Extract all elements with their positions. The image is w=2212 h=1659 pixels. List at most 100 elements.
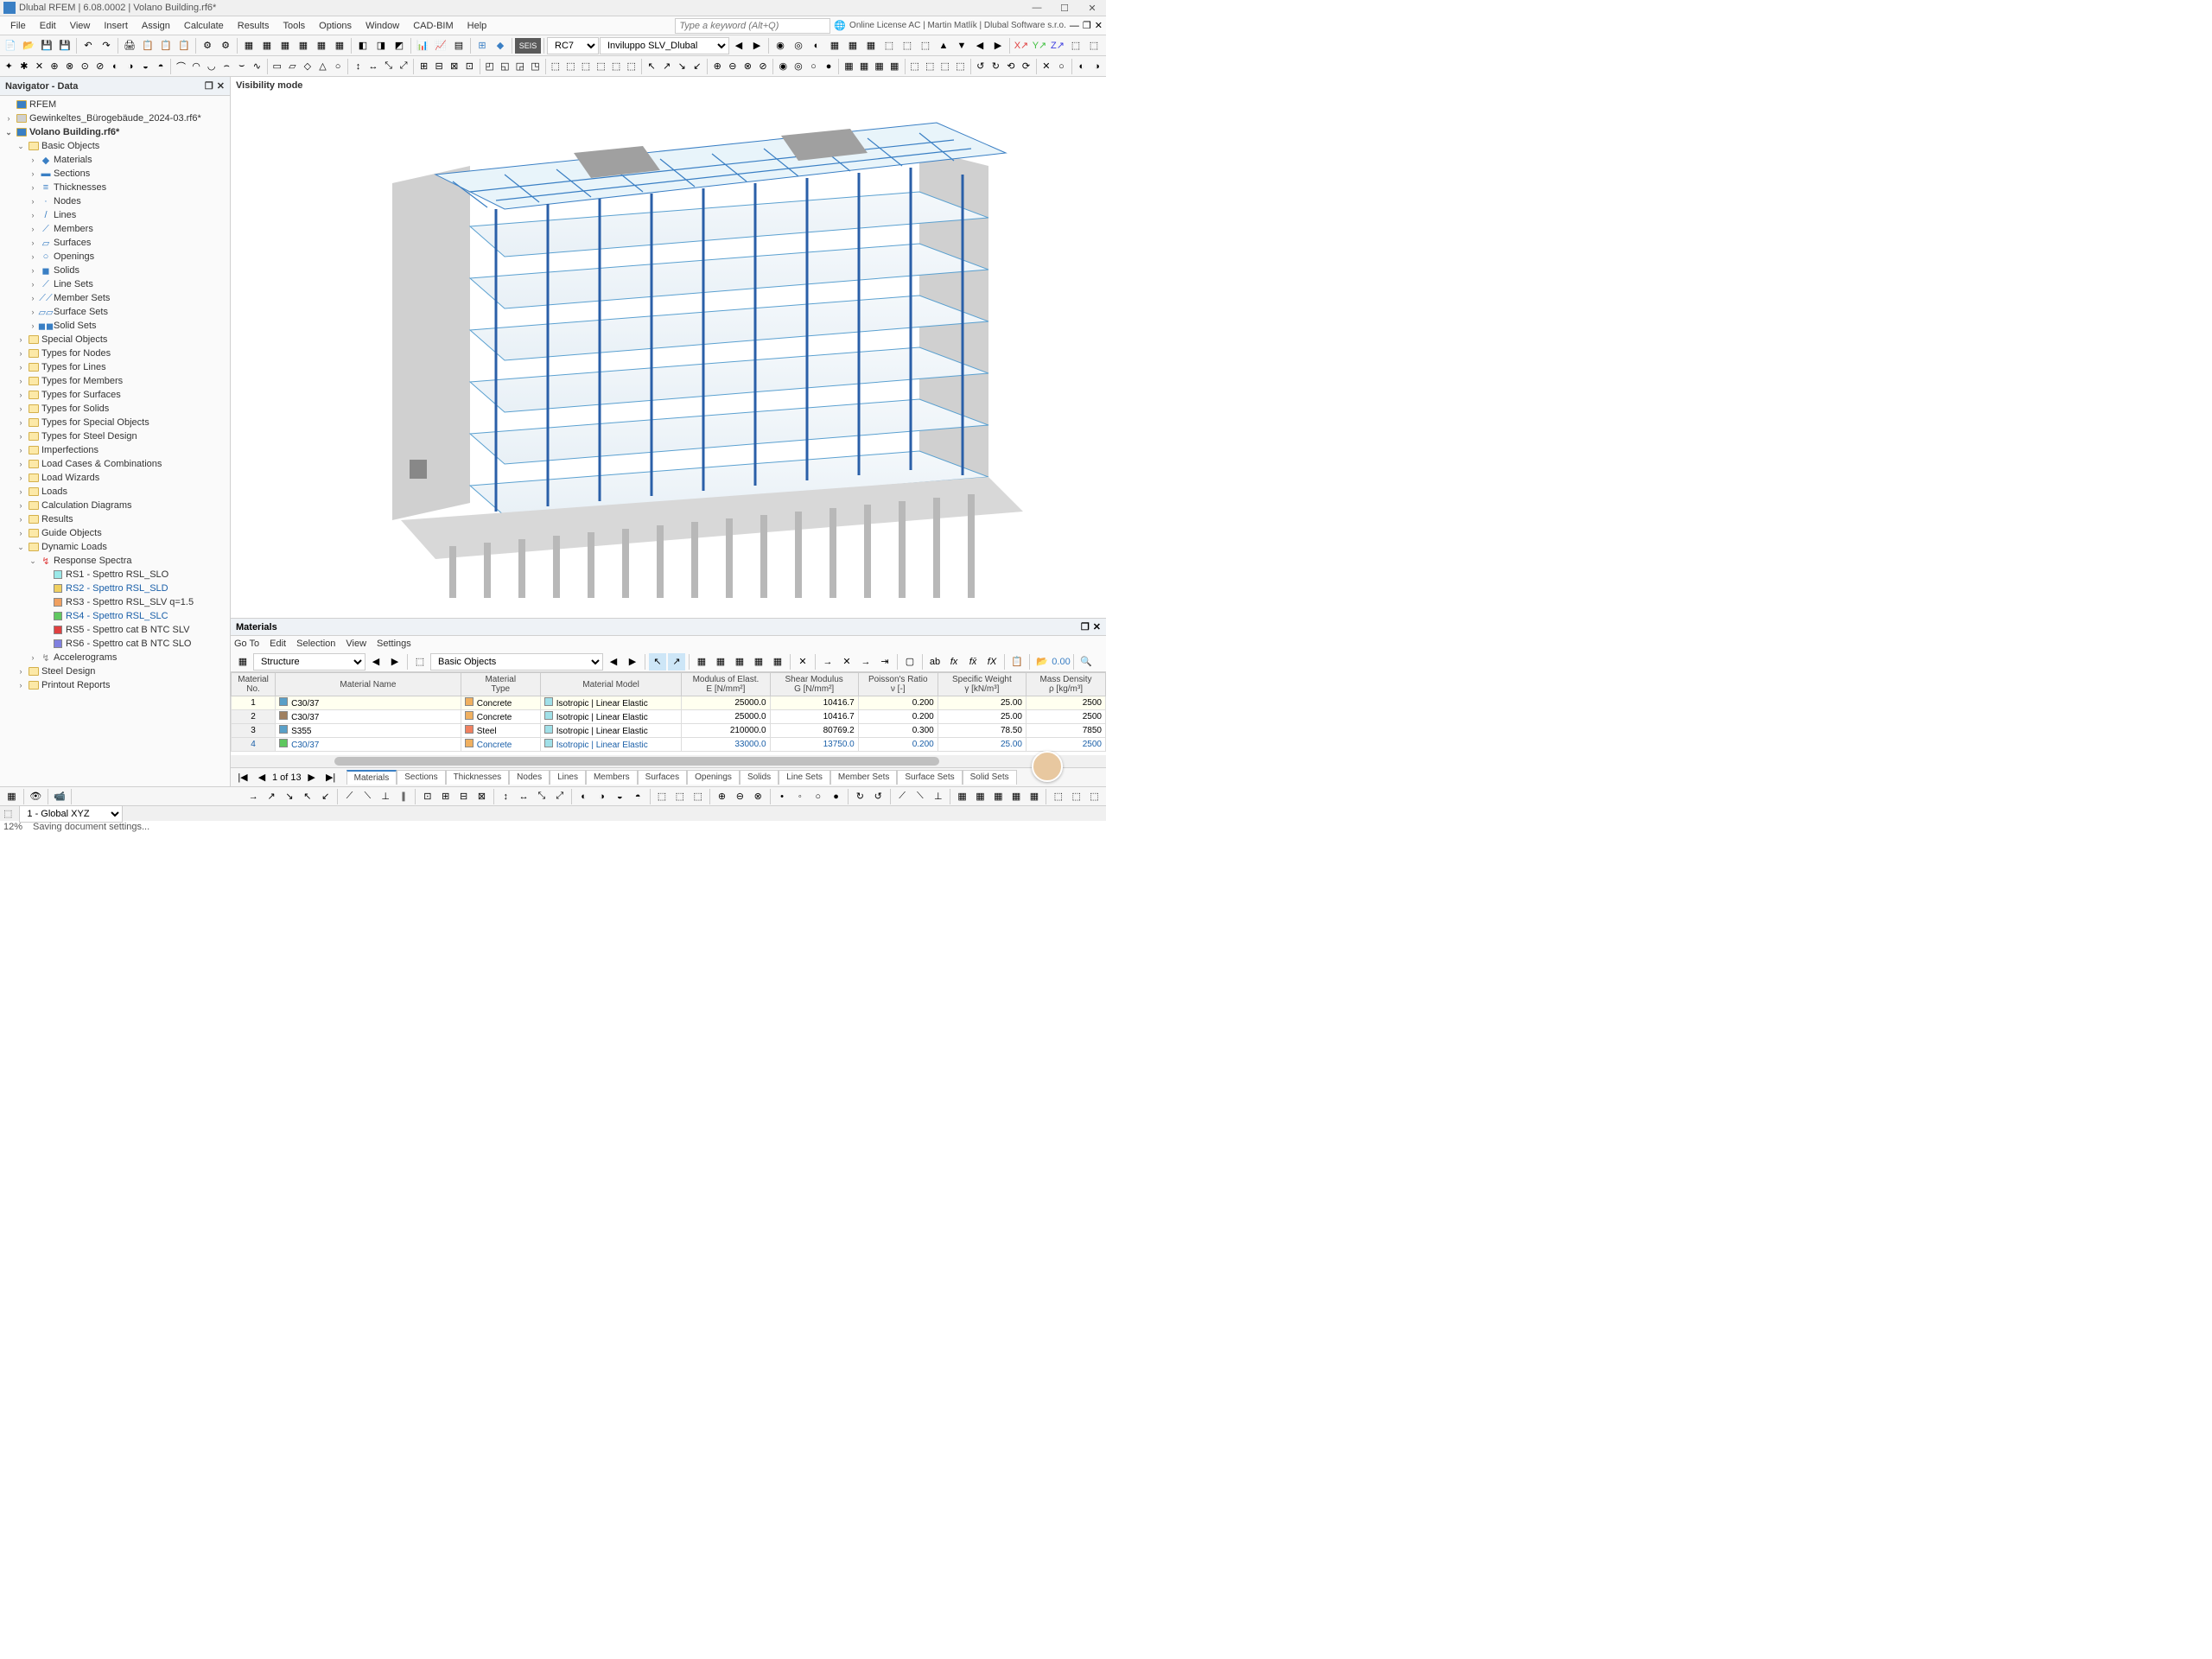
tb2-btn-12[interactable]: ⌒ bbox=[174, 58, 188, 75]
structure-combo[interactable]: Structure bbox=[253, 653, 365, 671]
nav-next-button[interactable]: ▶ bbox=[748, 37, 766, 54]
tb2-btn-75[interactable]: ⟳ bbox=[1019, 58, 1033, 75]
tb2-btn-47[interactable]: ↖ bbox=[645, 58, 659, 75]
view-iso-button[interactable]: ⬚ bbox=[1085, 37, 1103, 54]
v12-button[interactable]: ◀ bbox=[971, 37, 988, 54]
tb2-btn-67[interactable]: ⬚ bbox=[907, 58, 922, 75]
menu-view[interactable]: View bbox=[63, 19, 98, 33]
close-panel-icon[interactable]: ✕ bbox=[217, 80, 225, 92]
btb-btn-36[interactable]: ↔ bbox=[516, 788, 532, 805]
tb2-btn-8[interactable]: ◑ bbox=[124, 58, 138, 75]
btb-btn-72[interactable]: ⬚ bbox=[1068, 788, 1084, 805]
v3-button[interactable]: ◐ bbox=[808, 37, 825, 54]
tree-openings[interactable]: ›○Openings bbox=[0, 250, 230, 264]
structure-icon[interactable]: ▦ bbox=[234, 653, 251, 671]
btb-btn-56[interactable]: ● bbox=[828, 788, 844, 805]
btb-btn-33[interactable]: ⊠ bbox=[474, 788, 490, 805]
rc-combo[interactable]: RC7 bbox=[547, 37, 599, 54]
tb2-btn-33[interactable]: ⊡ bbox=[462, 58, 477, 75]
mat-menu-settings[interactable]: Settings bbox=[377, 639, 411, 649]
tree-solids[interactable]: ›◼Solids bbox=[0, 264, 230, 277]
tree-rs4[interactable]: RS4 - Spettro RSL_SLC bbox=[0, 609, 230, 623]
tree-thicknesses[interactable]: ›≡Thicknesses bbox=[0, 181, 230, 194]
fx2-button[interactable]: fx̄ bbox=[964, 653, 982, 671]
close-icon[interactable]: ✕ bbox=[1093, 621, 1101, 632]
tab-solids[interactable]: Solids bbox=[740, 770, 779, 785]
tree-materials[interactable]: ›◆Materials bbox=[0, 153, 230, 167]
tree-lines[interactable]: ›/Lines bbox=[0, 208, 230, 222]
tb2-btn-70[interactable]: ⬚ bbox=[953, 58, 968, 75]
tb2-btn-48[interactable]: ↗ bbox=[659, 58, 674, 75]
mat-menu-selection[interactable]: Selection bbox=[296, 639, 335, 649]
tb2-btn-52[interactable]: ⊕ bbox=[710, 58, 725, 75]
rc-value-combo[interactable]: Inviluppo SLV_Dlubal bbox=[600, 37, 729, 54]
tb2-btn-27[interactable]: ⤡ bbox=[381, 58, 396, 75]
prev-tab-button[interactable]: ◀ bbox=[253, 769, 270, 786]
mat-menu-go-to[interactable]: Go To bbox=[234, 639, 259, 649]
coord-combo[interactable]: 1 - Global XYZ bbox=[19, 805, 123, 823]
btb-btn-42[interactable]: ◒ bbox=[612, 788, 628, 805]
btb-btn-27[interactable]: ⊥ bbox=[378, 788, 394, 805]
tree-members[interactable]: ›⟋Members bbox=[0, 222, 230, 236]
tree-solid-sets[interactable]: ›◼◼Solid Sets bbox=[0, 319, 230, 333]
save-button[interactable]: 💾 bbox=[38, 37, 55, 54]
v4-button[interactable]: ▦ bbox=[826, 37, 843, 54]
tree-loads[interactable]: ›Loads bbox=[0, 485, 230, 499]
tb2-btn-13[interactable]: ◠ bbox=[189, 58, 204, 75]
tb2-btn-7[interactable]: ◐ bbox=[108, 58, 123, 75]
prev2-button[interactable]: ◀ bbox=[605, 653, 622, 671]
v13-button[interactable]: ▶ bbox=[989, 37, 1007, 54]
tb2-btn-6[interactable]: ⊘ bbox=[92, 58, 107, 75]
btb-btn-68[interactable]: ▦ bbox=[1008, 788, 1025, 805]
g5-button[interactable]: ▦ bbox=[769, 653, 786, 671]
doc2-button[interactable]: 📋 bbox=[157, 37, 175, 54]
first-tab-button[interactable]: |◀ bbox=[234, 769, 251, 786]
g4-button[interactable]: ▦ bbox=[750, 653, 767, 671]
tb2-btn-49[interactable]: ↘ bbox=[675, 58, 690, 75]
tree-imperfections[interactable]: ›Imperfections bbox=[0, 443, 230, 457]
tree-member-sets[interactable]: ›⟋⟋Member Sets bbox=[0, 291, 230, 305]
tb2-btn-44[interactable]: ⬚ bbox=[609, 58, 624, 75]
tree-types-for-members[interactable]: ›Types for Members bbox=[0, 374, 230, 388]
tb2-btn-35[interactable]: ◰ bbox=[482, 58, 497, 75]
tb2-btn-9[interactable]: ◒ bbox=[138, 58, 153, 75]
minimize-button[interactable]: — bbox=[1027, 3, 1047, 14]
tb2-btn-59[interactable]: ○ bbox=[806, 58, 821, 75]
tb2-btn-36[interactable]: ◱ bbox=[498, 58, 512, 75]
tb2-btn-62[interactable]: ▦ bbox=[842, 58, 856, 75]
tb2-btn-45[interactable]: ⬚ bbox=[624, 58, 639, 75]
btb-btn-19[interactable]: → bbox=[245, 788, 262, 805]
tree-file1[interactable]: ›Gewinkeltes_Bürogebäude_2024-03.rf6* bbox=[0, 111, 230, 125]
btb-btn-59[interactable]: ↺ bbox=[870, 788, 887, 805]
btb-btn-73[interactable]: ⬚ bbox=[1086, 788, 1103, 805]
menu-assign[interactable]: Assign bbox=[135, 19, 177, 33]
del-button[interactable]: ✕ bbox=[794, 653, 811, 671]
btb-btn-47[interactable]: ⬚ bbox=[690, 788, 706, 805]
mat-menu-edit[interactable]: Edit bbox=[270, 639, 286, 649]
table-row[interactable]: 4C30/37ConcreteIsotropic | Linear Elasti… bbox=[232, 738, 1106, 752]
tree-types-for-special-objects[interactable]: ›Types for Special Objects bbox=[0, 416, 230, 429]
tree-types-for-lines[interactable]: ›Types for Lines bbox=[0, 360, 230, 374]
grid4-button[interactable]: ▦ bbox=[295, 37, 312, 54]
save-as-button[interactable]: 💾 bbox=[56, 37, 73, 54]
btb-btn-49[interactable]: ⊕ bbox=[714, 788, 730, 805]
tree-types-for-solids[interactable]: ›Types for Solids bbox=[0, 402, 230, 416]
nav-prev-button[interactable]: ◀ bbox=[730, 37, 747, 54]
menu-results[interactable]: Results bbox=[231, 19, 276, 33]
menu-help[interactable]: Help bbox=[461, 19, 494, 33]
tb2-btn-38[interactable]: ◳ bbox=[528, 58, 543, 75]
globe-icon[interactable]: 🌐 bbox=[834, 20, 846, 31]
tb2-btn-54[interactable]: ⊗ bbox=[741, 58, 755, 75]
tree-response-spectra[interactable]: ⌄↯Response Spectra bbox=[0, 554, 230, 568]
btb-btn-32[interactable]: ⊟ bbox=[455, 788, 472, 805]
btb-btn-37[interactable]: ⤡ bbox=[534, 788, 550, 805]
tb2-btn-69[interactable]: ⬚ bbox=[938, 58, 952, 75]
tb2-btn-4[interactable]: ⊗ bbox=[62, 58, 77, 75]
tb2-btn-21[interactable]: ◇ bbox=[301, 58, 315, 75]
tb2-btn-78[interactable]: ○ bbox=[1054, 58, 1069, 75]
misc-button[interactable]: ▤ bbox=[450, 37, 467, 54]
tree-file2[interactable]: ⌄Volano Building.rf6* bbox=[0, 125, 230, 139]
next-cat-button[interactable]: ▶ bbox=[386, 653, 404, 671]
undo-button[interactable]: ↶ bbox=[79, 37, 97, 54]
tab-member-sets[interactable]: Member Sets bbox=[830, 770, 897, 785]
